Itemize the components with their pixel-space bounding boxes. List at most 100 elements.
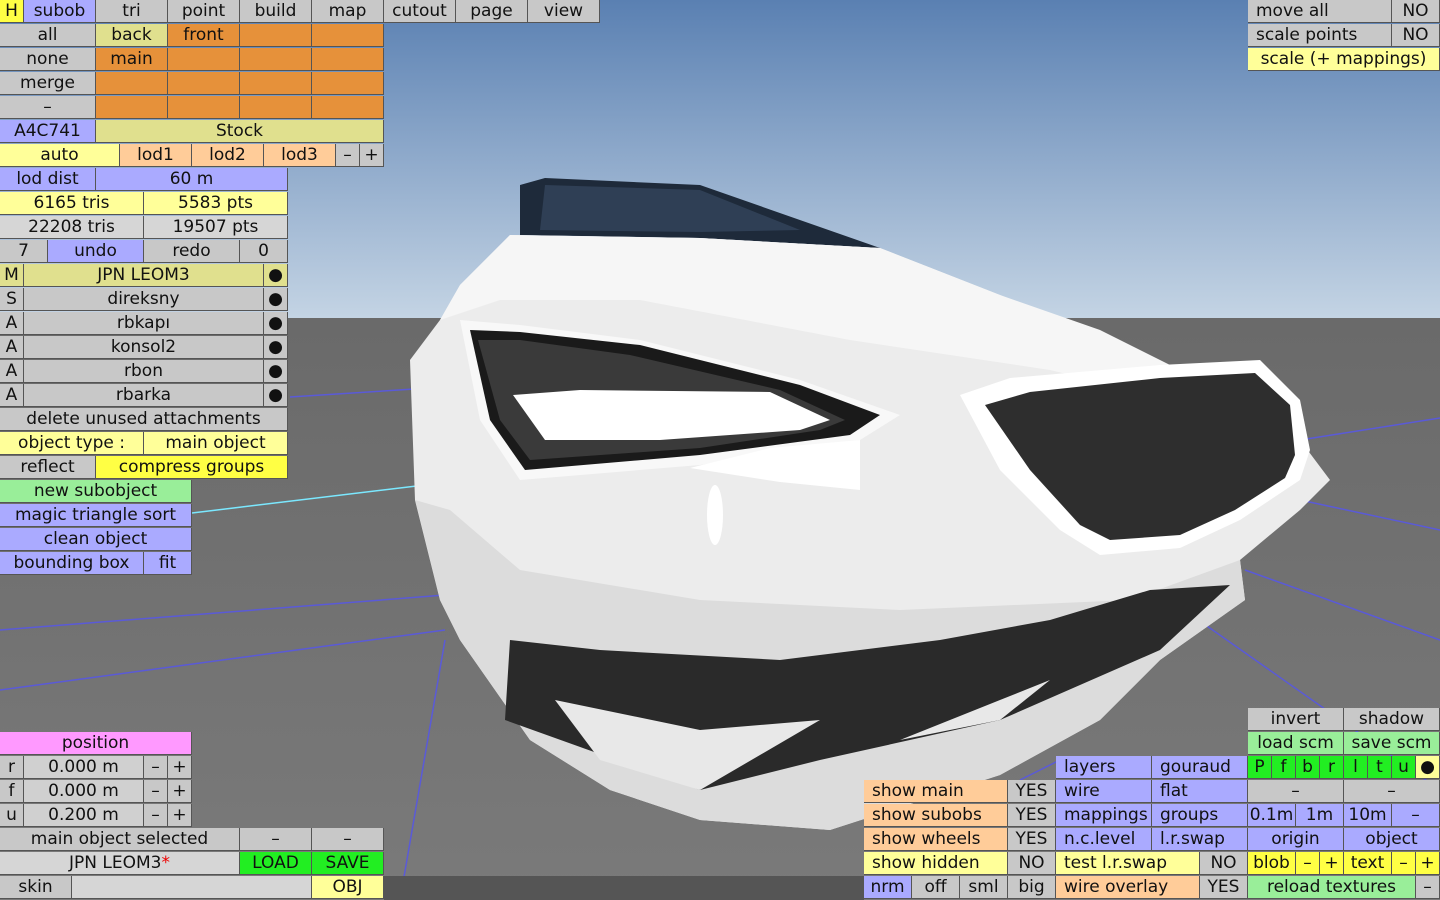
position-u-plus-button[interactable]: + [168, 804, 192, 827]
show-wheels-toggle[interactable]: YES [1008, 828, 1056, 851]
subob-slot[interactable] [312, 24, 384, 47]
lod3-button[interactable]: lod3 [264, 144, 336, 167]
menu-point[interactable]: point [168, 0, 240, 23]
shadow-button[interactable]: shadow [1344, 708, 1440, 731]
layers-button[interactable]: layers [1056, 756, 1152, 779]
obj-button[interactable]: OBJ [312, 876, 384, 899]
subob-slot[interactable] [240, 24, 312, 47]
dash-button[interactable]: – [1344, 780, 1440, 803]
lod1-button[interactable]: lod1 [120, 144, 192, 167]
save-button[interactable]: SAVE [312, 852, 384, 875]
visibility-dot-icon[interactable]: ● [264, 336, 288, 359]
menu-cutout[interactable]: cutout [384, 0, 456, 23]
fit-button[interactable]: fit [144, 552, 192, 575]
blob-plus-button[interactable]: + [1320, 852, 1344, 875]
object-button[interactable]: object [1344, 828, 1440, 851]
select-all-button[interactable]: all [0, 24, 96, 47]
bounding-box-button[interactable]: bounding box [0, 552, 144, 575]
position-f-minus-button[interactable]: – [144, 780, 168, 803]
menu-subob[interactable]: subob [24, 0, 96, 23]
skin-name-field[interactable]: Stock [96, 120, 384, 143]
menu-page[interactable]: page [456, 0, 528, 23]
subob-slot[interactable] [240, 48, 312, 71]
visibility-dot-icon[interactable]: ● [264, 360, 288, 383]
reload-textures-button[interactable]: reload textures [1248, 876, 1416, 899]
redo-button[interactable]: redo [144, 240, 240, 263]
view-front-button[interactable]: f [1272, 756, 1296, 779]
position-r-plus-button[interactable]: + [168, 756, 192, 779]
view-perspective-button[interactable]: P [1248, 756, 1272, 779]
show-wheels-label[interactable]: show wheels [864, 828, 1008, 851]
position-r-minus-button[interactable]: – [144, 756, 168, 779]
text-minus-button[interactable]: – [1392, 852, 1416, 875]
position-r-field[interactable]: 0.000 m [24, 756, 144, 779]
text-plus-button[interactable]: + [1416, 852, 1440, 875]
menu-map[interactable]: map [312, 0, 384, 23]
subob-slot[interactable] [312, 72, 384, 95]
skin-field[interactable] [72, 876, 312, 899]
small-size-button[interactable]: sml [960, 876, 1008, 899]
object-list-item[interactable]: JPN LEOM3 [24, 264, 264, 287]
lod-minus-button[interactable]: – [336, 144, 360, 167]
subob-slot[interactable] [312, 96, 384, 119]
grid-10m-button[interactable]: 10m [1344, 804, 1392, 827]
undo-button[interactable]: undo [48, 240, 144, 263]
visibility-dot-icon[interactable]: ● [264, 384, 288, 407]
subob-slot[interactable] [240, 96, 312, 119]
select-none-button[interactable]: none [0, 48, 96, 71]
view-dot-icon[interactable]: ● [1416, 756, 1440, 779]
menu-build[interactable]: build [240, 0, 312, 23]
position-u-minus-button[interactable]: – [144, 804, 168, 827]
save-scm-button[interactable]: save scm [1344, 732, 1440, 755]
wire-button[interactable]: wire [1056, 780, 1152, 803]
delete-unused-attachments-button[interactable]: delete unused attachments [0, 408, 288, 431]
normal-size-button[interactable]: nrm [864, 876, 912, 899]
position-f-plus-button[interactable]: + [168, 780, 192, 803]
object-list-item[interactable]: direksny [24, 288, 264, 311]
dash-button[interactable]: – [0, 96, 96, 119]
object-type-value[interactable]: main object [144, 432, 288, 455]
view-back-button[interactable]: b [1296, 756, 1320, 779]
move-all-toggle[interactable]: NO [1392, 0, 1440, 23]
subob-front-button[interactable]: front [168, 24, 240, 47]
scale-points-label[interactable]: scale points [1248, 24, 1392, 47]
merge-button[interactable]: merge [0, 72, 96, 95]
reflect-button[interactable]: reflect [0, 456, 96, 479]
grid-minus-button[interactable]: – [1392, 804, 1440, 827]
invert-button[interactable]: invert [1248, 708, 1344, 731]
flat-button[interactable]: flat [1152, 780, 1248, 803]
lod-dist-value[interactable]: 60 m [96, 168, 288, 191]
position-f-field[interactable]: 0.000 m [24, 780, 144, 803]
status-dash-button[interactable]: – [312, 828, 384, 851]
lr-swap-button[interactable]: l.r.swap [1152, 828, 1248, 851]
clean-object-button[interactable]: clean object [0, 528, 192, 551]
show-main-toggle[interactable]: YES [1008, 780, 1056, 803]
object-list-item[interactable]: rbkapı [24, 312, 264, 335]
off-size-button[interactable]: off [912, 876, 960, 899]
subob-back-button[interactable]: back [96, 24, 168, 47]
mappings-button[interactable]: mappings [1056, 804, 1152, 827]
big-size-button[interactable]: big [1008, 876, 1056, 899]
lod-auto-button[interactable]: auto [0, 144, 120, 167]
object-list-item[interactable]: rbon [24, 360, 264, 383]
menu-view[interactable]: view [528, 0, 600, 23]
load-button[interactable]: LOAD [240, 852, 312, 875]
subob-slot[interactable] [312, 48, 384, 71]
position-u-field[interactable]: 0.200 m [24, 804, 144, 827]
scale-mappings-button[interactable]: scale (+ mappings) [1248, 48, 1440, 71]
show-subobs-label[interactable]: show subobs [864, 804, 1008, 827]
visibility-dot-icon[interactable]: ● [264, 264, 288, 287]
text-button[interactable]: text [1344, 852, 1392, 875]
reload-minus-button[interactable]: – [1416, 876, 1440, 899]
new-subobject-button[interactable]: new subobject [0, 480, 192, 503]
test-lr-swap-toggle[interactable]: NO [1200, 852, 1248, 875]
status-dash-button[interactable]: – [240, 828, 312, 851]
grid-1m-button[interactable]: 1m [1296, 804, 1344, 827]
blob-button[interactable]: blob [1248, 852, 1296, 875]
lod2-button[interactable]: lod2 [192, 144, 264, 167]
subob-slot[interactable] [168, 96, 240, 119]
move-all-label[interactable]: move all [1248, 0, 1392, 23]
groups-button[interactable]: groups [1152, 804, 1248, 827]
menu-h[interactable]: H [0, 0, 24, 23]
scale-points-toggle[interactable]: NO [1392, 24, 1440, 47]
